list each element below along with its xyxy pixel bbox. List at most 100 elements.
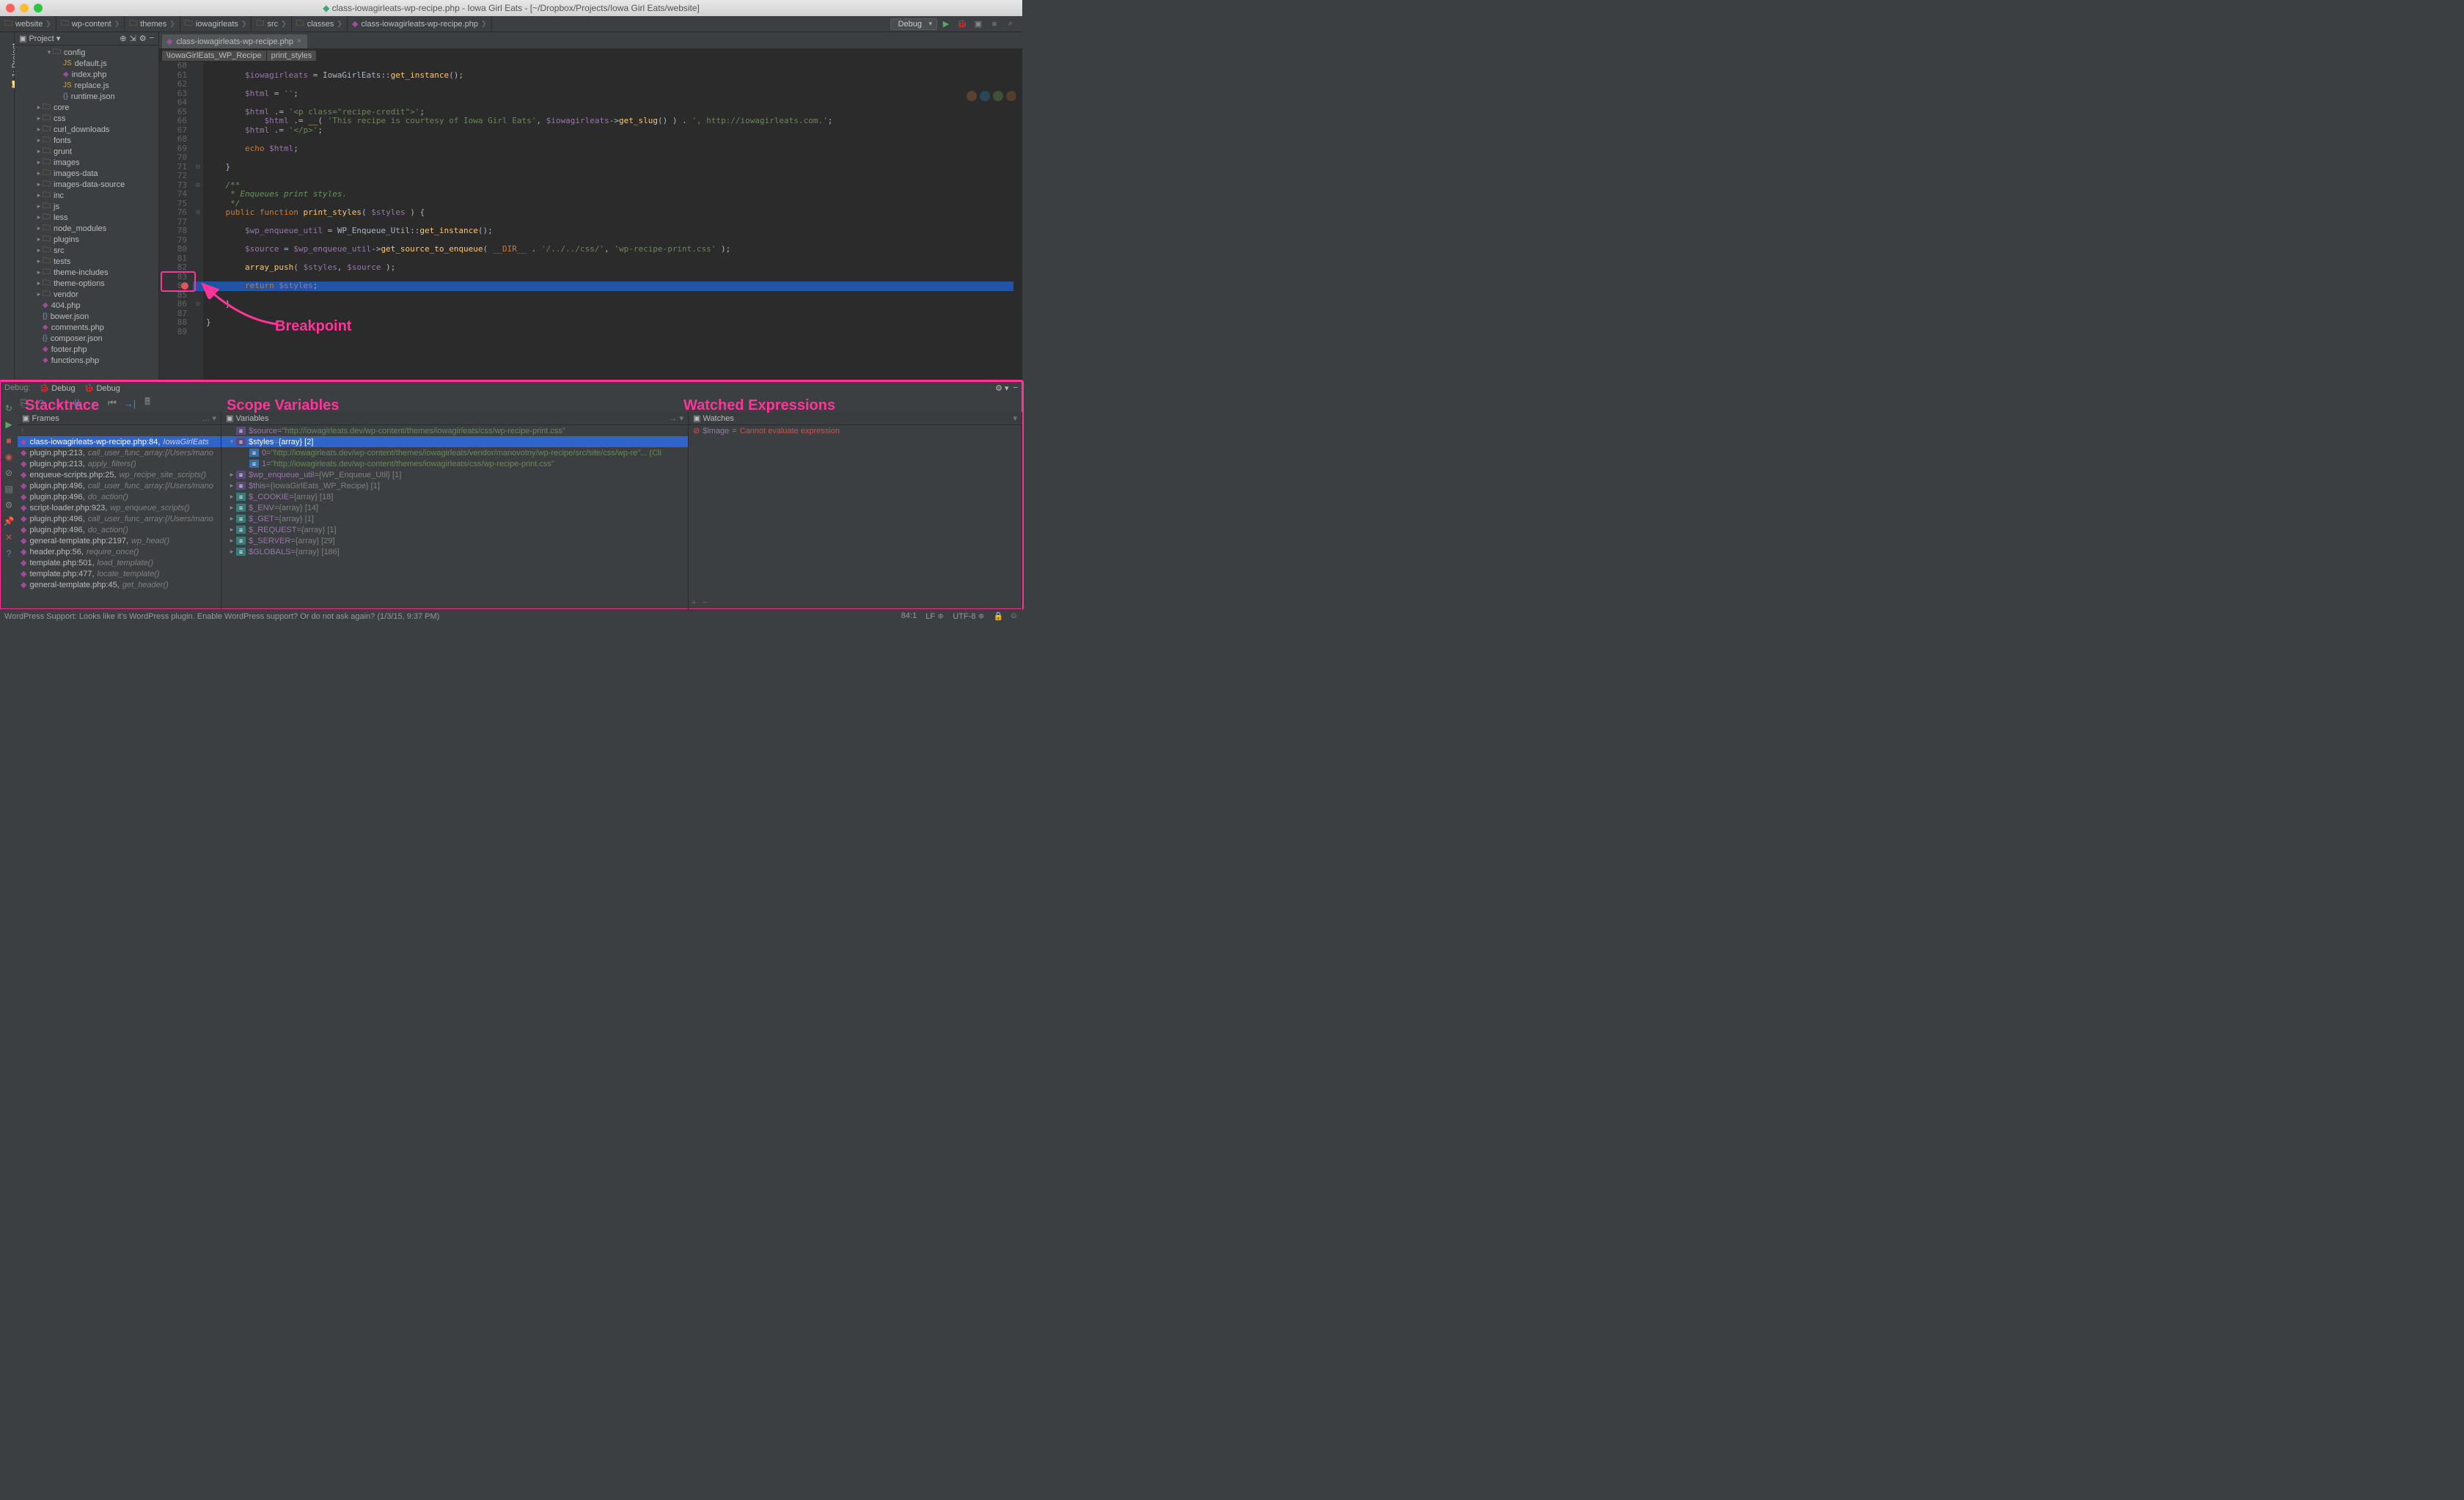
variables-menu-icon[interactable]: → ▾ [669,413,683,423]
tree-file[interactable]: ◆index.php [15,69,158,80]
tree-folder[interactable]: ▸🗀src [15,245,158,256]
run-config-dropdown[interactable]: Debug [890,18,937,30]
tree-folder[interactable]: ▸🗀curl_downloads [15,124,158,135]
tree-folder[interactable]: ▸🗀theme-includes [15,267,158,278]
stack-frame[interactable]: ◆plugin.php:496, call_user_func_array:{/… [18,513,221,524]
hector-icon[interactable]: ☺ [1010,611,1018,621]
hide-icon[interactable]: − [1013,383,1018,393]
tree-folder[interactable]: ▸🗀core [15,102,158,113]
watches-menu-icon[interactable]: ▾ [1013,413,1017,423]
breadcrumb-segment[interactable]: 🗀classes❯ [292,16,348,32]
autoscroll-icon[interactable]: ⊕ [120,34,126,43]
step-out-icon[interactable]: ↑ [88,397,101,410]
breadcrumb-segment[interactable]: ◆class-iowagirleats-wp-recipe.php❯ [348,16,492,32]
run-to-cursor-icon[interactable]: →| [123,397,136,410]
tree-folder[interactable]: ▸🗀js [15,201,158,212]
watches-list[interactable]: ⊘ $image = Cannot evaluate expression [689,425,1022,609]
help-icon[interactable]: ? [2,547,15,560]
browser-firefox-icon[interactable] [1006,91,1016,101]
breadcrumb-segment[interactable]: 🗀themes❯ [125,16,180,32]
settings-wrench-icon[interactable]: ⚙ [2,499,15,512]
tree-folder[interactable]: ▸🗀images [15,157,158,168]
stop-icon[interactable]: ■ [2,434,15,447]
tree-folder[interactable]: ▸🗀grunt [15,146,158,157]
tree-file[interactable]: ◆functions.php [15,355,158,366]
close-icon[interactable]: ✕ [2,531,15,544]
tree-file[interactable]: JSreplace.js [15,80,158,91]
variable-row[interactable]: ≡$source = "http://iowagirleats.dev/wp-c… [221,425,688,436]
close-tab-icon[interactable]: × [297,37,301,45]
editor-breadcrumb[interactable]: \IowaGirlEats_WP_Recipeprint_styles [159,49,1022,62]
stack-frame[interactable]: ◆plugin.php:496, do_action() [18,491,221,502]
crumb-method[interactable]: print_styles [267,51,317,61]
tree-folder[interactable]: ▸🗀vendor [15,289,158,300]
debug-session-tab[interactable]: 🐞 Debug [39,383,75,393]
remove-watch-icon[interactable]: − [702,598,706,607]
stop-button-icon[interactable]: ■ [987,17,1002,32]
layout-icon[interactable]: ▤ [2,482,15,496]
variables-tree[interactable]: ≡$source = "http://iowagirleats.dev/wp-c… [221,425,688,609]
evaluate-expression-icon[interactable]: 🖩 [141,397,154,410]
readonly-lock-icon[interactable]: 🔒 [994,611,1001,621]
variable-row[interactable]: ▸≡$_SERVER = {array} [29] [221,535,688,546]
search-everywhere-icon[interactable]: ⌕ [1003,17,1018,32]
stack-frame[interactable]: ◆plugin.php:213, call_user_func_array:{/… [18,447,221,458]
step-over-icon[interactable]: ↷ [35,397,48,410]
tree-folder[interactable]: ▾🗀config [15,47,158,58]
rerun-icon[interactable]: ↻ [2,402,15,415]
stack-frame[interactable]: ◆plugin.php:496, call_user_func_array:{/… [18,480,221,491]
file-encoding[interactable]: UTF-8 ≑ [953,611,984,621]
stack-frame[interactable]: ◆header.php:56, require_once() [18,546,221,557]
step-into-icon[interactable]: ↓ [53,397,66,410]
tree-file[interactable]: {}bower.json [15,311,158,322]
tree-file[interactable]: {}composer.json [15,333,158,344]
variable-row[interactable]: ▸≡$GLOBALS = {array} [186] [221,546,688,557]
debug-session-tab[interactable]: 🐞 Debug [84,383,120,393]
coverage-button-icon[interactable]: ▣ [971,17,986,32]
tree-file[interactable]: ◆comments.php [15,322,158,333]
browser-opera-icon[interactable] [993,91,1003,101]
tree-folder[interactable]: ▸🗀images-data [15,168,158,179]
pin-icon[interactable]: 📌 [2,515,15,528]
stack-frame[interactable]: ◆enqueue-scripts.php:25, wp_recipe_site_… [18,469,221,480]
variable-row[interactable]: ▸≡$_ENV = {array} [14] [221,502,688,513]
breadcrumb-segment[interactable]: 🗀website❯ [0,16,56,32]
tree-folder[interactable]: ▸🗀node_modules [15,223,158,234]
tree-file[interactable]: ◆404.php [15,300,158,311]
status-message[interactable]: WordPress Support: Looks like it's WordP… [4,612,439,621]
project-view-dropdown[interactable]: ▣ Project ▾ [19,34,60,43]
add-watch-icon[interactable]: + [692,598,696,607]
mute-breakpoints-icon[interactable]: ⊘ [2,466,15,479]
editor-body[interactable]: 6061626364656667686970717273747576777879… [159,62,1022,380]
show-execution-point-icon[interactable]: ⎘ [18,397,31,410]
stack-frame[interactable]: ◆general-template.php:2197, wp_head() [18,535,221,546]
force-step-into-icon[interactable]: ⇊ [70,397,84,410]
watch-expression[interactable]: ⊘ $image = Cannot evaluate expression [689,425,1022,436]
hide-icon[interactable]: − [150,34,154,43]
tree-file[interactable]: JSdefault.js [15,58,158,69]
stack-frame[interactable]: ◆template.php:477, locate_template() [18,568,221,579]
stack-frame[interactable]: ◆template.php:501, load_template() [18,557,221,568]
breadcrumb-segment[interactable]: 🗀src❯ [252,16,291,32]
variable-row[interactable]: ▸≡$wp_enqueue_util = {WP_Enqueue_Util} [… [221,469,688,480]
breadcrumb-segment[interactable]: 🗀wp-content❯ [56,16,125,32]
tree-folder[interactable]: ▸🗀css [15,113,158,124]
frames-dropdown-icon[interactable]: … ▾ [202,413,216,423]
editor-gutter[interactable]: 6061626364656667686970717273747576777879… [159,62,193,380]
tree-folder[interactable]: ▸🗀tests [15,256,158,267]
crumb-class[interactable]: \IowaGirlEats_WP_Recipe [162,51,266,61]
stack-frame[interactable]: ◆script-loader.php:923, wp_enqueue_scrip… [18,502,221,513]
editor-tab[interactable]: ◆ class-iowagirleats-wp-recipe.php × [162,34,307,48]
stack-frame[interactable]: ◆plugin.php:213, apply_filters() [18,458,221,469]
stack-frame[interactable]: ◆plugin.php:496, do_action() [18,524,221,535]
tree-file[interactable]: ◆footer.php [15,344,158,355]
variable-row[interactable]: ▸≡$this = {IowaGirlEats_WP_Recipe} [1] [221,480,688,491]
view-breakpoints-icon[interactable]: ◉ [2,450,15,463]
browser-safari-icon[interactable] [980,91,990,101]
variable-row[interactable]: ▸≡$_COOKIE = {array} [18] [221,491,688,502]
stack-frame[interactable]: ◆class-iowagirleats-wp-recipe.php:84, Io… [18,436,221,447]
frames-list[interactable]: ↑◆class-iowagirleats-wp-recipe.php:84, I… [18,425,221,609]
variable-row[interactable]: ▸≡$_GET = {array} [1] [221,513,688,524]
debug-button-icon[interactable]: 🐞 [955,17,969,32]
variable-row[interactable]: ▾≡$styles = {array} [2] [221,436,688,447]
